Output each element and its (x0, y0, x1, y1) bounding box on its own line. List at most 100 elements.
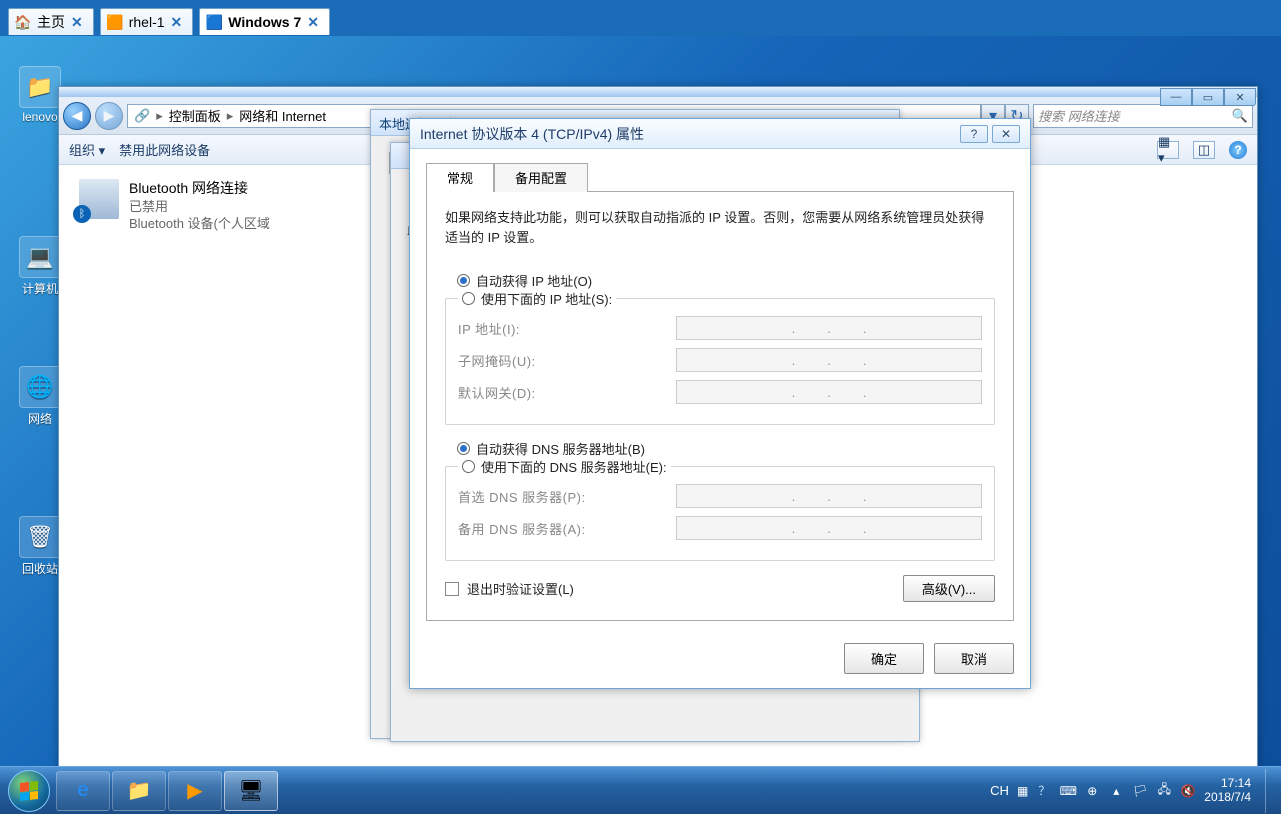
chevron-up-icon[interactable]: ▴ (1108, 783, 1124, 799)
vm-tab-home[interactable]: 🏠 主页 ✕ (8, 8, 94, 35)
radio-auto-ip[interactable]: 自动获得 IP 地址(O) (457, 271, 993, 290)
adapter-status: 已禁用 (129, 198, 270, 216)
icon-label: lenovo (22, 110, 57, 124)
dialog-description: 如果网络支持此功能，则可以获取自动指派的 IP 设置。否则，您需要从网络系统管理… (445, 208, 995, 247)
keyboard-icon[interactable]: ⌨ (1060, 783, 1076, 799)
disable-device-button[interactable]: 禁用此网络设备 (119, 140, 210, 159)
ipv4-properties-dialog: Internet 协议版本 4 (TCP/IPv4) 属性 ? ✕ 常规 备用配… (409, 118, 1031, 689)
network-tray-icon[interactable]: 🖧 (1156, 783, 1172, 799)
search-icon: 🔍 (1232, 108, 1248, 124)
preview-pane-button[interactable]: ◫ (1193, 141, 1215, 159)
dns-fieldset: 使用下面的 DNS 服务器地址(E): 首选 DNS 服务器(P):... 备用… (445, 466, 995, 561)
tab-alternate[interactable]: 备用配置 (494, 163, 588, 192)
task-item-explorer[interactable]: 📁 (112, 771, 166, 811)
close-icon[interactable]: ✕ (307, 14, 319, 31)
action-center-icon[interactable]: 🏳 (1132, 783, 1148, 799)
icon-label: 回收站 (22, 562, 58, 576)
close-icon[interactable]: ✕ (171, 14, 183, 31)
folder-icon: 📁 (127, 778, 152, 803)
vm-icon: 🟧 (107, 14, 123, 30)
adapter-icon: ᛒ (79, 179, 119, 219)
breadcrumb-part[interactable]: 网络和 Internet (239, 106, 326, 125)
breadcrumb-part[interactable]: 控制面板 (169, 106, 221, 125)
label-ip: IP 地址(I): (458, 319, 668, 338)
taskbar: e 📁 ▶ 🖥 CH ▦ ？ ⌨ ⊕ ▴ 🏳 🖧 🔇 17:14 2018/7/… (0, 766, 1281, 814)
forward-button[interactable]: ▶ (95, 102, 123, 130)
network-icon: 🔗 (134, 108, 150, 124)
zoom-icon[interactable]: ⊕ (1084, 783, 1100, 799)
windows-logo-icon (20, 781, 38, 801)
network-icon: 🖥 (238, 778, 263, 803)
search-input[interactable]: 搜索 网络连接 🔍 (1033, 104, 1253, 128)
vm-tab-label: Windows 7 (228, 14, 301, 30)
task-item-network[interactable]: 🖥 (224, 771, 278, 811)
radio-icon (457, 442, 470, 455)
dialog-title-text: Internet 协议版本 4 (TCP/IPv4) 属性 (420, 124, 644, 144)
ip-fieldset: 使用下面的 IP 地址(S): IP 地址(I):... 子网掩码(U):...… (445, 298, 995, 425)
search-placeholder: 搜索 网络连接 (1038, 106, 1120, 125)
start-button[interactable] (8, 770, 50, 812)
ie-icon: e (77, 779, 88, 802)
help-button[interactable]: ? (960, 125, 988, 143)
bluetooth-icon: ᛒ (73, 205, 91, 223)
close-button[interactable]: ✕ (1224, 88, 1256, 106)
dialog-footer: 确定 取消 (410, 633, 1030, 688)
vm-tab-win7[interactable]: 🟦 Windows 7 ✕ (199, 8, 330, 35)
adapter-name: Bluetooth 网络连接 (129, 179, 270, 198)
vm-tab-label: rhel-1 (129, 14, 165, 30)
close-button[interactable]: ✕ (992, 125, 1020, 143)
maximize-button[interactable]: ▭ (1192, 88, 1224, 106)
clock[interactable]: 17:14 2018/7/4 (1204, 777, 1257, 805)
close-icon[interactable]: ✕ (71, 14, 83, 31)
tab-general[interactable]: 常规 (426, 163, 494, 192)
vm-host-tabs: 🏠 主页 ✕ 🟧 rhel-1 ✕ 🟦 Windows 7 ✕ (8, 8, 330, 35)
radio-auto-dns[interactable]: 自动获得 DNS 服务器地址(B) (457, 439, 993, 458)
help-button[interactable]: ? (1229, 141, 1247, 159)
volume-icon[interactable]: 🔇 (1180, 783, 1196, 799)
radio-icon (462, 292, 475, 305)
adapter-desc: Bluetooth 设备(个人区域 (129, 215, 270, 233)
task-item-ie[interactable]: e (56, 771, 110, 811)
dialog-titlebar[interactable]: Internet 协议版本 4 (TCP/IPv4) 属性 ? ✕ (410, 119, 1030, 149)
clock-date: 2018/7/4 (1204, 791, 1251, 805)
advanced-button[interactable]: 高级(V)... (903, 575, 995, 602)
trash-icon: 🗑 (19, 516, 61, 558)
organize-menu[interactable]: 组织 ▾ (69, 140, 105, 159)
show-desktop-button[interactable] (1265, 769, 1277, 813)
gateway-input: ... (676, 380, 982, 404)
minimize-button[interactable]: ― (1160, 88, 1192, 106)
play-icon: ▶ (187, 778, 202, 803)
label-dns-alt: 备用 DNS 服务器(A): (458, 519, 668, 538)
dialog-panel: 如果网络支持此功能，则可以获取自动指派的 IP 设置。否则，您需要从网络系统管理… (426, 191, 1014, 621)
validate-checkbox[interactable] (445, 582, 459, 596)
dns-alt-input: ... (676, 516, 982, 540)
system-tray: CH ▦ ？ ⌨ ⊕ ▴ 🏳 🖧 🔇 17:14 2018/7/4 (990, 769, 1279, 813)
subnet-mask-input: ... (676, 348, 982, 372)
ime-icon[interactable]: ▦ (1017, 784, 1028, 798)
window-controls: ― ▭ ✕ (1160, 88, 1256, 106)
window-titlebar[interactable] (59, 87, 1257, 97)
view-options-button[interactable]: ▦ ▾ (1157, 141, 1179, 159)
radio-use-dns[interactable]: 使用下面的 DNS 服务器地址(E): (458, 457, 671, 476)
back-button[interactable]: ◀ (63, 102, 91, 130)
clock-time: 17:14 (1204, 777, 1251, 791)
validate-label: 退出时验证设置(L) (467, 579, 574, 598)
vm-tab-label: 主页 (37, 12, 65, 32)
icon-label: 计算机 (22, 282, 58, 296)
icon-label: 网络 (28, 412, 52, 426)
cancel-button[interactable]: 取消 (934, 643, 1014, 674)
folder-icon: 📁 (19, 66, 61, 108)
home-icon: 🏠 (15, 14, 31, 30)
vm-tab-rhel[interactable]: 🟧 rhel-1 ✕ (100, 8, 194, 35)
task-item-mediaplayer[interactable]: ▶ (168, 771, 222, 811)
globe-icon: 🌐 (19, 366, 61, 408)
language-indicator[interactable]: CH (990, 783, 1009, 798)
help-tray-icon[interactable]: ？ (1036, 783, 1052, 799)
radio-icon (462, 460, 475, 473)
ok-button[interactable]: 确定 (844, 643, 924, 674)
ip-address-input: ... (676, 316, 982, 340)
label-mask: 子网掩码(U): (458, 351, 668, 370)
dns-primary-input: ... (676, 484, 982, 508)
radio-use-ip[interactable]: 使用下面的 IP 地址(S): (458, 289, 616, 308)
network-adapter-item[interactable]: ᛒ Bluetooth 网络连接 已禁用 Bluetooth 设备(个人区域 (79, 179, 270, 233)
